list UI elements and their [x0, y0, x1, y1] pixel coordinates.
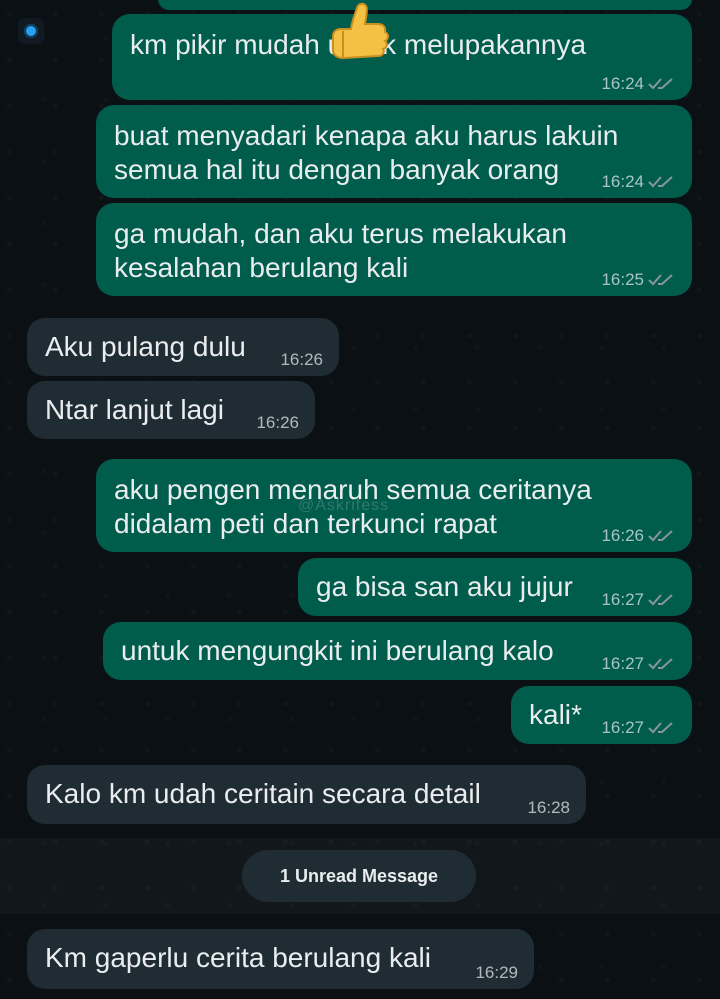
message-time: 16:27 [601, 654, 644, 673]
message-time: 16:29 [475, 963, 518, 982]
message-meta: 16:26 [280, 350, 323, 370]
message-time: 16:27 [601, 590, 644, 609]
message-time: 16:24 [601, 74, 644, 93]
message-meta: 16:25 [601, 270, 676, 290]
message-meta: 16:27 [601, 654, 676, 674]
double-check-icon [648, 658, 673, 670]
double-check-icon [648, 722, 673, 734]
double-check-icon [648, 78, 673, 90]
message-meta: 16:29 [475, 963, 518, 983]
message-time: 16:26 [280, 350, 323, 369]
message-text: buat menyadari kenapa aku harus lakuin s… [114, 120, 619, 185]
message-meta: 16:24 [601, 172, 676, 192]
message-time: 16:26 [256, 413, 299, 432]
message-time: 16:28 [527, 798, 570, 817]
message-meta: 16:28 [527, 798, 570, 818]
message-bubble-outgoing[interactable]: ga bisa san aku jujur 16:27 [298, 558, 692, 616]
message-text: km pikir mudah untuk melupakannya [130, 29, 587, 60]
double-check-icon [648, 594, 673, 606]
message-bubble-incoming[interactable]: Ntar lanjut lagi 16:26 [27, 381, 315, 439]
thumbs-up-icon [332, 2, 389, 60]
message-bubble-outgoing[interactable]: buat menyadari kenapa aku harus lakuin s… [96, 105, 692, 198]
message-time: 16:24 [601, 172, 644, 191]
message-text: aku pengen menaruh semua ceritanya didal… [114, 474, 592, 539]
message-time: 16:27 [601, 718, 644, 737]
message-bubble-outgoing[interactable]: ga mudah, dan aku terus melakukan kesala… [96, 203, 692, 296]
double-check-icon [648, 530, 673, 542]
message-time: 16:25 [601, 270, 644, 289]
message-bubble-outgoing[interactable]: aku pengen menaruh semua ceritanya didal… [96, 459, 692, 552]
message-meta: 16:27 [601, 718, 676, 738]
message-meta: 16:26 [601, 526, 676, 546]
message-bubble-incoming[interactable]: Km gaperlu cerita berulang kali 16:29 [27, 929, 534, 989]
unread-divider: 1 Unread Message [0, 838, 720, 914]
message-text: untuk mengungkit ini berulang kalo [121, 635, 554, 666]
message-text: Km gaperlu cerita berulang kali [45, 942, 431, 973]
message-text: Kalo km udah ceritain secara detail [45, 778, 481, 809]
message-meta: 16:27 [601, 590, 676, 610]
unread-message-label: 1 Unread Message [242, 850, 476, 902]
message-meta: 16:26 [256, 413, 299, 433]
message-bubble-incoming[interactable]: Aku pulang dulu 16:26 [27, 318, 339, 376]
app-badge-icon [18, 18, 44, 44]
double-check-icon [648, 274, 673, 286]
message-bubble-outgoing[interactable]: untuk mengungkit ini berulang kalo 16:27 [103, 622, 692, 680]
message-time: 16:26 [601, 526, 644, 545]
message-text: ga mudah, dan aku terus melakukan kesala… [114, 218, 567, 283]
message-bubble-incoming[interactable]: Kalo km udah ceritain secara detail 16:2… [27, 765, 586, 824]
message-bubble-outgoing[interactable]: km pikir mudah untuk melupakannya 16:24 [112, 14, 692, 100]
message-meta: 16:24 [601, 74, 676, 94]
previous-message-bubble [158, 0, 692, 10]
message-bubble-outgoing[interactable]: kali* 16:27 [511, 686, 692, 744]
double-check-icon [648, 176, 673, 188]
